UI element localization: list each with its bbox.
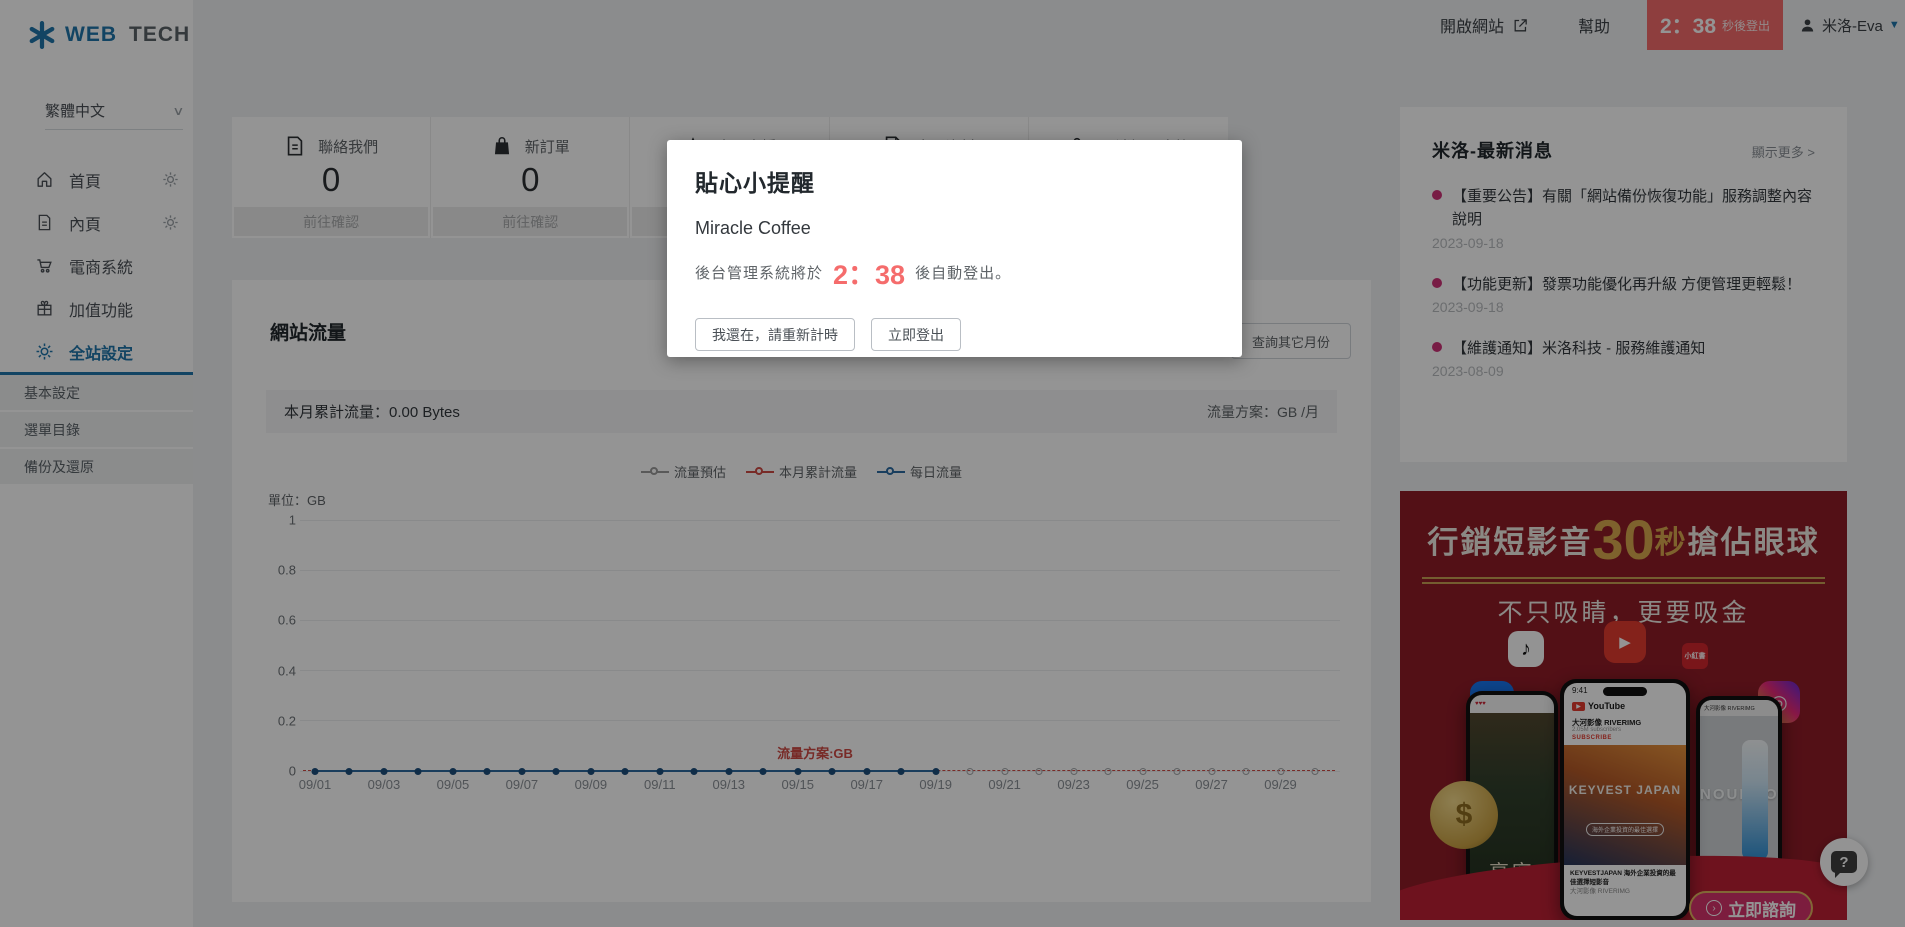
modal-actions: 我還在，請重新計時 立即登出	[695, 318, 1214, 351]
stay-logged-in-button[interactable]: 我還在，請重新計時	[695, 318, 855, 351]
logout-now-button[interactable]: 立即登出	[871, 318, 961, 351]
modal-site-name: Miracle Coffee	[695, 218, 1214, 239]
app-root: WEB TECH 繁體中文 ∨ 首頁內頁電商系統加值功能全站設定 基本設定選單目…	[0, 0, 1905, 927]
session-timeout-modal: 貼心小提醒 Miracle Coffee 後台管理系統將於 2：38 後自動登出…	[667, 140, 1242, 357]
modal-body-prefix: 後台管理系統將於	[695, 262, 823, 283]
modal-body: 後台管理系統將於 2：38 後自動登出。	[695, 253, 1214, 292]
modal-countdown: 2：38	[833, 253, 905, 292]
modal-body-suffix: 後自動登出。	[915, 262, 1011, 283]
modal-title: 貼心小提醒	[695, 164, 1214, 198]
